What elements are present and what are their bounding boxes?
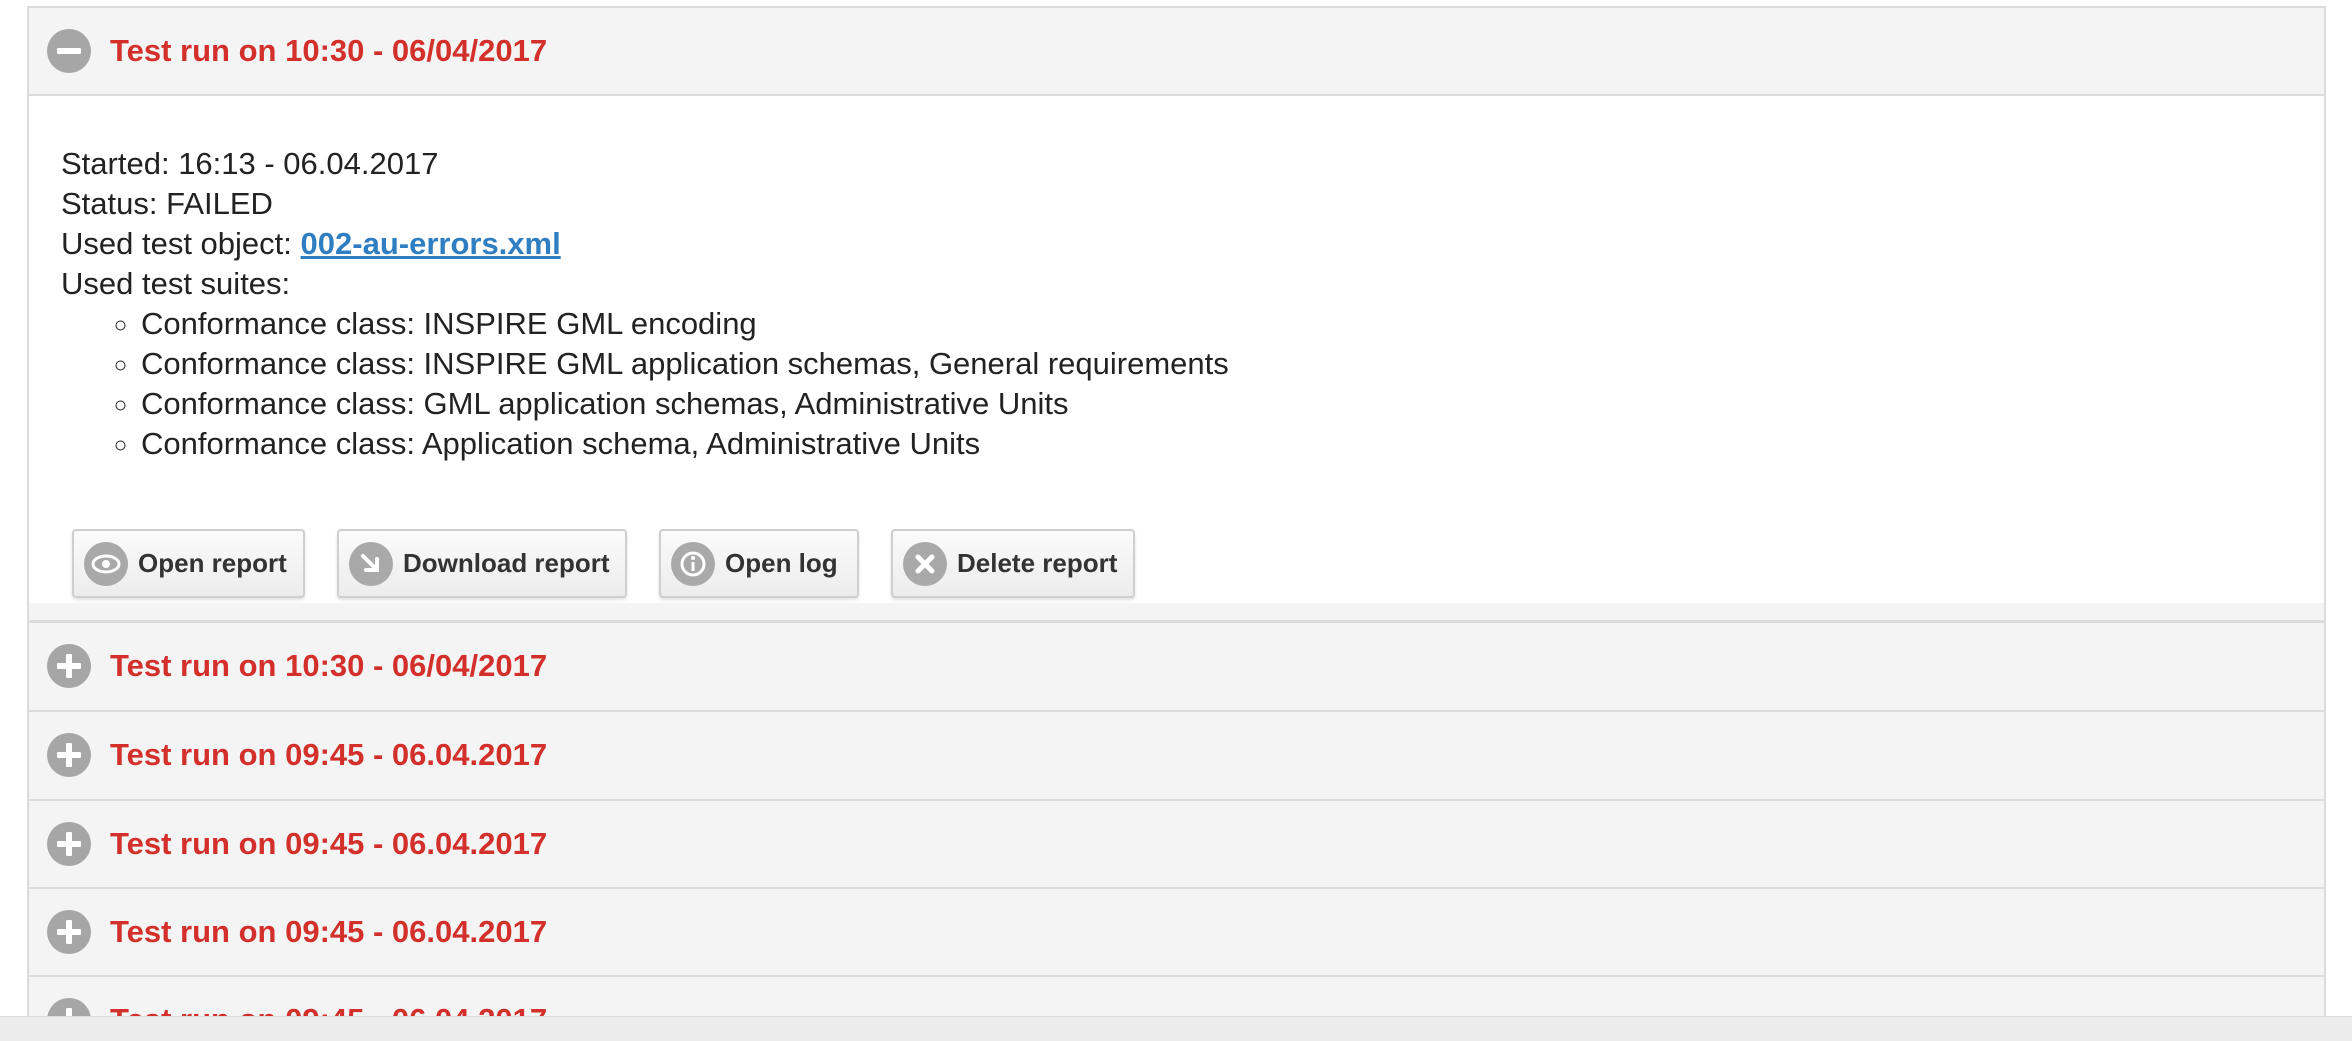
test-run-title[interactable]: Test run on 10:30 - 06/04/2017 <box>110 648 547 684</box>
test-run-panel-collapsed: Test run on 09:45 - 06.04.2017 <box>27 887 2326 978</box>
delete-report-button[interactable]: Delete report <box>891 529 1135 598</box>
expand-icon[interactable] <box>47 733 91 777</box>
horizontal-scrollbar[interactable] <box>0 1016 2352 1041</box>
test-run-panel-collapsed: Test run on 09:45 - 06.04.2017 <box>27 710 2326 801</box>
test-suites-list: Conformance class: INSPIRE GML encoding … <box>61 304 2292 464</box>
expand-icon[interactable] <box>47 910 91 954</box>
eye-icon <box>84 541 128 586</box>
test-run-title[interactable]: Test run on 10:30 - 06/04/2017 <box>110 33 547 69</box>
test-suite-item: Conformance class: Application schema, A… <box>141 424 2292 464</box>
started-line: Started: 16:13 - 06.04.2017 <box>61 146 439 181</box>
test-object-line: Used test object: 002-au-errors.xml <box>61 226 561 261</box>
test-suite-item: Conformance class: INSPIRE GML encoding <box>141 304 2292 344</box>
test-run-details: Started: 16:13 - 06.04.2017 Status: FAIL… <box>29 94 2324 603</box>
test-run-title[interactable]: Test run on 09:45 - 06.04.2017 <box>110 826 547 862</box>
test-run-header[interactable]: Test run on 10:30 - 06/04/2017 <box>29 8 2324 94</box>
test-object-link[interactable]: 002-au-errors.xml <box>301 226 561 261</box>
open-log-button[interactable]: Open log <box>659 529 859 598</box>
open-log-label: Open log <box>725 548 838 578</box>
close-icon <box>903 541 947 586</box>
test-run-title[interactable]: Test run on 09:45 - 06.04.2017 <box>110 737 547 773</box>
test-run-panel-expanded: Test run on 10:30 - 06/04/2017 Started: … <box>27 6 2326 622</box>
info-icon <box>671 541 715 586</box>
open-report-label: Open report <box>138 548 287 578</box>
test-suite-item: Conformance class: GML application schem… <box>141 384 2292 424</box>
delete-report-label: Delete report <box>957 548 1118 578</box>
download-report-label: Download report <box>403 548 610 578</box>
test-run-panel-collapsed: Test run on 09:45 - 06.04.2017 <box>27 799 2326 890</box>
download-report-button[interactable]: Download report <box>337 529 627 598</box>
expand-icon[interactable] <box>47 822 91 866</box>
download-arrow-icon <box>349 541 393 586</box>
test-run-header[interactable]: Test run on 09:45 - 06.04.2017 <box>29 801 2324 887</box>
open-report-button[interactable]: Open report <box>72 529 305 598</box>
test-run-header[interactable]: Test run on 09:45 - 06.04.2017 <box>29 712 2324 798</box>
test-run-panel-collapsed: Test run on 10:30 - 06/04/2017 <box>27 621 2326 712</box>
test-run-title[interactable]: Test run on 09:45 - 06.04.2017 <box>110 914 547 950</box>
test-suite-item: Conformance class: INSPIRE GML applicati… <box>141 344 2292 384</box>
test-run-header[interactable]: Test run on 09:45 - 06.04.2017 <box>29 889 2324 975</box>
started-value: 16:13 - 06.04.2017 <box>178 146 439 181</box>
test-run-header[interactable]: Test run on 10:30 - 06/04/2017 <box>29 623 2324 709</box>
expand-icon[interactable] <box>47 644 91 688</box>
status-value: FAILED <box>166 186 273 221</box>
status-line: Status: FAILED <box>61 186 273 221</box>
test-suites-label: Used test suites: <box>61 266 291 301</box>
collapse-icon[interactable] <box>47 29 91 73</box>
